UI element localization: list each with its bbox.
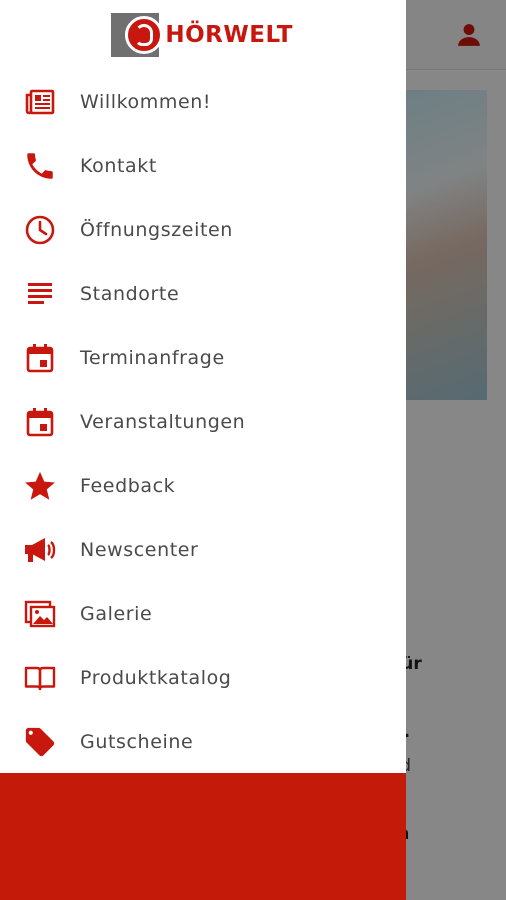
menu-label: Willkommen! (80, 91, 212, 113)
menu-item-feedback[interactable]: Feedback (0, 454, 406, 518)
navigation-drawer: HÖRWELT Willkommen! Kontakt Öffnungszeit… (0, 0, 406, 900)
calendar-icon (22, 404, 58, 440)
menu-item-gutscheine[interactable]: Gutscheine (0, 710, 406, 774)
megaphone-icon (22, 532, 58, 568)
phone-icon (22, 148, 58, 184)
menu-label: Terminanfrage (80, 347, 225, 369)
star-icon (22, 468, 58, 504)
menu-item-produktkatalog[interactable]: Produktkatalog (0, 646, 406, 710)
drawer-header: HÖRWELT (0, 0, 406, 70)
clock-icon (22, 212, 58, 248)
menu-label: Veranstaltungen (80, 411, 246, 433)
brand-name: HÖRWELT (165, 22, 293, 48)
logo-icon (111, 13, 163, 57)
menu-item-willkommen[interactable]: Willkommen! (0, 70, 406, 134)
menu-item-newscenter[interactable]: Newscenter (0, 518, 406, 582)
menu-item-galerie[interactable]: Galerie (0, 582, 406, 646)
menu-item-kontakt[interactable]: Kontakt (0, 134, 406, 198)
menu-label: Standorte (80, 283, 180, 305)
menu-label: Kontakt (80, 155, 157, 177)
gallery-icon (22, 596, 58, 632)
menu-label: Galerie (80, 603, 153, 625)
menu-item-veranstaltungen[interactable]: Veranstaltungen (0, 390, 406, 454)
menu-item-oeffnungszeiten[interactable]: Öffnungszeiten (0, 198, 406, 262)
menu-label: Öffnungszeiten (80, 219, 233, 241)
menu-item-terminanfrage[interactable]: Terminanfrage (0, 326, 406, 390)
brand-logo: HÖRWELT (111, 13, 293, 57)
menu-label: Produktkatalog (80, 667, 232, 689)
tag-icon (22, 724, 58, 760)
menu-label: Feedback (80, 475, 176, 497)
menu-label: Gutscheine (80, 731, 194, 753)
menu-label: Newscenter (80, 539, 199, 561)
book-icon (22, 660, 58, 696)
calendar-icon (22, 340, 58, 376)
list-lines-icon (22, 276, 58, 312)
newspaper-icon (22, 84, 58, 120)
menu-item-standorte[interactable]: Standorte (0, 262, 406, 326)
drawer-menu: Willkommen! Kontakt Öffnungszeiten Stand… (0, 70, 406, 774)
drawer-footer (0, 773, 406, 900)
